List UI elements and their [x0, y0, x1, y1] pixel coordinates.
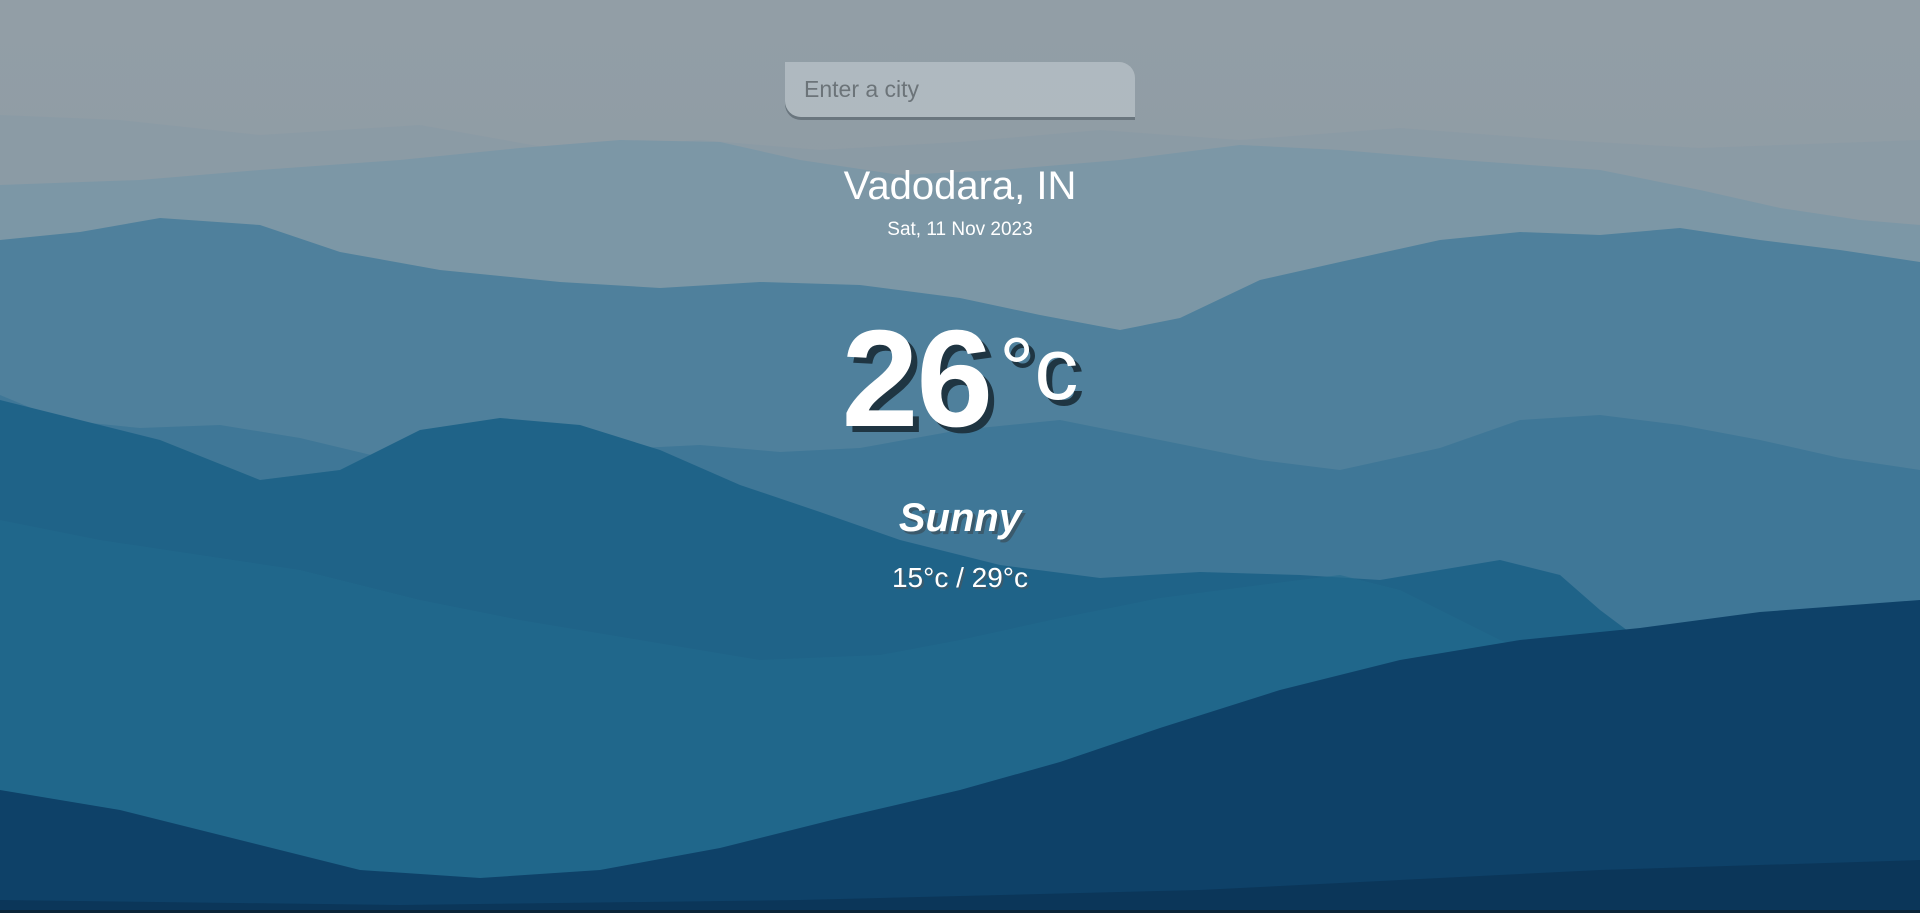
temperature-range: 15°c / 29°c — [891, 562, 1029, 593]
weather-condition: Sunny — [898, 496, 1022, 540]
location-name: Vadodara, IN — [843, 164, 1077, 208]
city-search-input[interactable] — [785, 62, 1135, 117]
temperature-unit: °c — [999, 319, 1079, 418]
current-date: Sat, 11 Nov 2023 — [887, 219, 1033, 240]
temperature-display: 26°c — [0, 300, 1920, 459]
weather-app: Vadodara, IN Sat, 11 Nov 2023 26°c Sunny… — [0, 0, 1920, 913]
temperature-value: 26 — [841, 302, 993, 456]
